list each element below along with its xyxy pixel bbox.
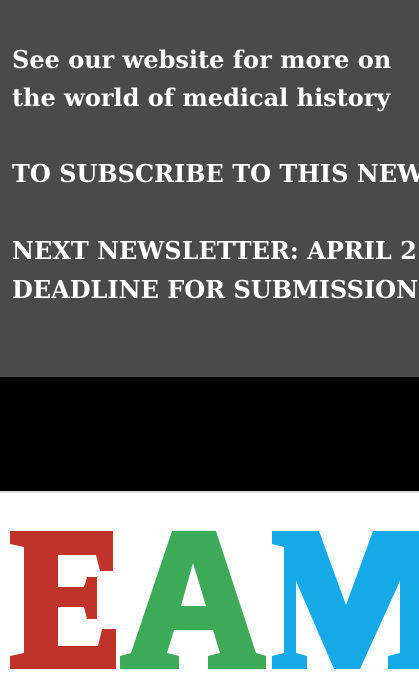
logo-letter-a [120, 531, 266, 669]
subscribe-text: TO SUBSCRIBE TO THIS NEWSLETTER [12, 159, 419, 188]
website-text-line-1: See our website for more on [12, 45, 392, 74]
eam-logo [10, 531, 419, 669]
newsletter-footer-panel: See our website for more on the world of… [0, 0, 419, 377]
deadline-text: DEADLINE FOR SUBMISSIONS [12, 275, 419, 304]
eam-logo-area [0, 493, 419, 674]
logo-letter-m [272, 531, 419, 669]
black-separator-band [0, 377, 419, 491]
logo-letter-e [10, 531, 116, 669]
website-text-line-2: the world of medical history [12, 83, 391, 112]
next-newsletter-text: NEXT NEWSLETTER: APRIL 2 [12, 236, 417, 265]
